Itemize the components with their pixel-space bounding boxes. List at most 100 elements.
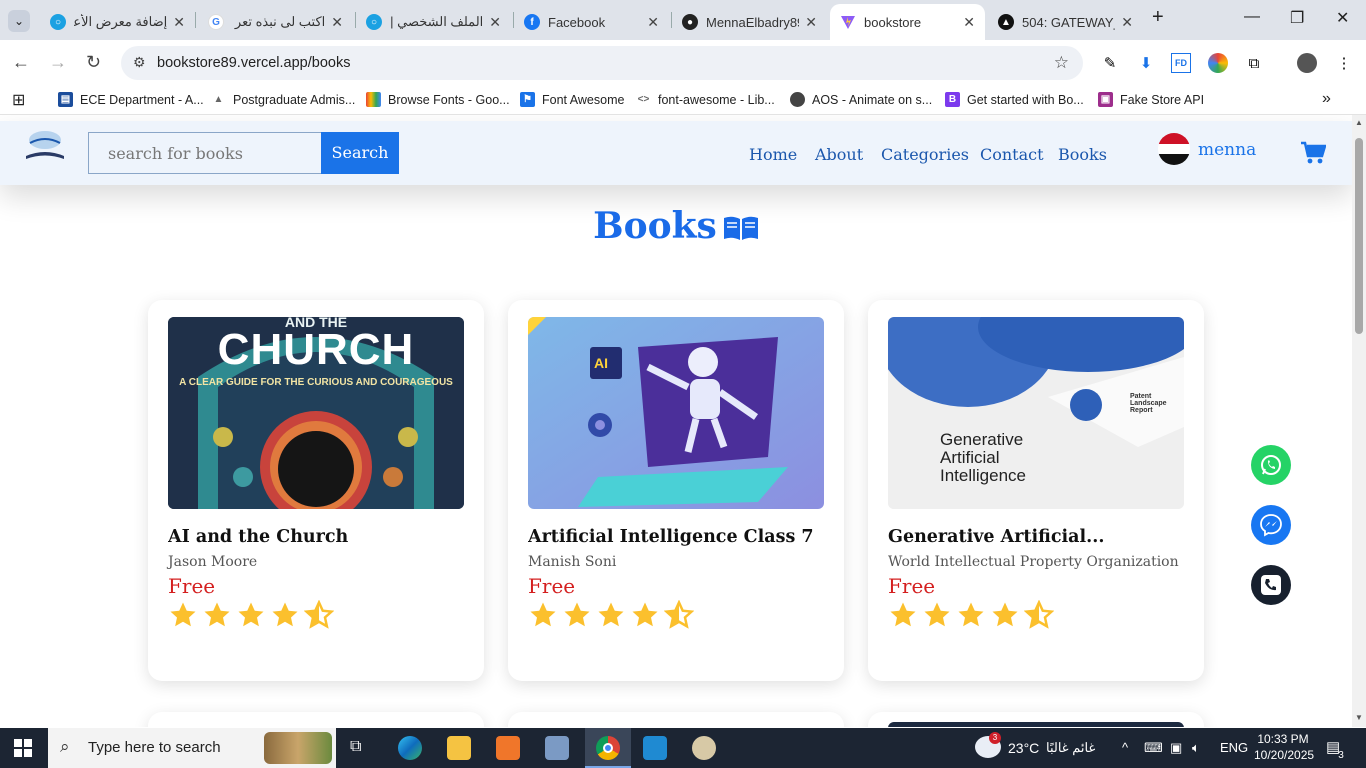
weather-temp[interactable]: 23°C bbox=[1008, 740, 1039, 756]
bookmark-star-icon[interactable]: ☆ bbox=[1054, 53, 1069, 73]
star-full-icon bbox=[530, 602, 556, 627]
whatsapp-button[interactable] bbox=[1251, 445, 1291, 485]
apps-grid-icon[interactable]: ⊞ bbox=[12, 90, 25, 110]
browser-tab-0[interactable]: ○ إضافة معرض الأعمال ✕ bbox=[40, 4, 195, 40]
back-icon[interactable]: ← bbox=[12, 52, 30, 73]
book-title[interactable]: Artificial Intelligence Class 7 bbox=[528, 527, 824, 547]
page-scrollbar[interactable]: ▲ ▼ bbox=[1352, 115, 1366, 727]
close-icon[interactable]: ✕ bbox=[963, 14, 975, 31]
weather-description[interactable]: غائم غالبًا bbox=[1046, 740, 1095, 756]
site-logo[interactable] bbox=[20, 128, 70, 162]
book-card[interactable]: AND THE CHURCH A CLEAR GUIDE FOR THE CUR… bbox=[148, 300, 484, 681]
nav-contact-link[interactable]: Contact bbox=[980, 145, 1044, 164]
bookmark-7[interactable]: ▣ Fake Store API bbox=[1098, 92, 1204, 107]
control-panel-icon[interactable] bbox=[545, 736, 569, 760]
browser-tab-4[interactable]: ● MennaElbadry89 ✕ bbox=[672, 4, 827, 40]
bookmark-4[interactable]: <> font-awesome - Lib... bbox=[636, 92, 775, 107]
book-card[interactable] bbox=[508, 712, 844, 727]
bookmark-1[interactable]: ▲ Postgraduate Admis... bbox=[211, 92, 356, 107]
color-extension-icon[interactable] bbox=[1208, 53, 1228, 73]
star-full-icon bbox=[598, 602, 624, 627]
browser-tab-6[interactable]: ▲ 504: GATEWAY_TIMEOUT ✕ bbox=[988, 4, 1143, 40]
notifications-icon[interactable]: ▤3 bbox=[1326, 738, 1346, 761]
language-indicator[interactable]: ENG bbox=[1220, 740, 1248, 755]
close-icon[interactable]: ✕ bbox=[489, 14, 501, 31]
profile-avatar-icon[interactable] bbox=[1297, 53, 1317, 73]
scroll-thumb[interactable] bbox=[1355, 138, 1363, 334]
weather-icon[interactable]: 3 bbox=[975, 732, 1001, 758]
more-bookmarks-icon[interactable]: » bbox=[1322, 90, 1331, 108]
close-icon[interactable]: ✕ bbox=[1121, 14, 1133, 31]
window-close-icon[interactable]: ✕ bbox=[1336, 8, 1349, 28]
volume-icon[interactable]: 🔈︎ bbox=[1192, 740, 1200, 756]
xampp-icon[interactable] bbox=[496, 736, 520, 760]
bookmark-0[interactable]: ▤ ECE Department - A... bbox=[58, 92, 204, 107]
book-title[interactable]: AI and the Church bbox=[168, 527, 464, 547]
close-icon[interactable]: ✕ bbox=[805, 14, 817, 31]
fd-extension-icon[interactable]: FD bbox=[1171, 53, 1191, 73]
book-card[interactable] bbox=[148, 712, 484, 727]
book-price: Free bbox=[888, 574, 936, 598]
nav-home-link[interactable]: Home bbox=[749, 145, 797, 164]
nav-categories-link[interactable]: Categories bbox=[881, 145, 969, 164]
book-search-input[interactable]: search for books bbox=[88, 132, 322, 174]
download-extension-icon[interactable]: ⬇ bbox=[1136, 53, 1156, 73]
task-view-icon[interactable]: ⧉ bbox=[350, 738, 361, 756]
bookmark-5[interactable]: AOS - Animate on s... bbox=[790, 92, 932, 107]
edge-icon[interactable] bbox=[398, 736, 422, 760]
clock[interactable]: 10:33 PM 10/20/2025 bbox=[1254, 732, 1314, 762]
browser-tab-2[interactable]: ○ الملف الشخصي | ✕ bbox=[356, 4, 511, 40]
restore-icon[interactable]: ❐ bbox=[1290, 8, 1304, 28]
star-half-icon bbox=[1024, 600, 1054, 629]
address-bar[interactable]: ⚙ bookstore89.vercel.app/books ☆ bbox=[121, 46, 1083, 80]
menu-kebab-icon[interactable]: ⋮ bbox=[1334, 53, 1354, 73]
phone-icon bbox=[1261, 575, 1281, 595]
book-card[interactable]: Generative Artificial Intelligence Paten… bbox=[868, 300, 1204, 681]
bookmark-2[interactable]: Browse Fonts - Goo... bbox=[366, 92, 510, 107]
close-icon[interactable]: ✕ bbox=[647, 14, 659, 31]
star-full-icon bbox=[632, 602, 658, 627]
file-explorer-icon[interactable] bbox=[447, 736, 471, 760]
book-cover-image[interactable]: AND THE CHURCH A CLEAR GUIDE FOR THE CUR… bbox=[168, 317, 464, 509]
taskbar-search-input[interactable]: ⌕ Type here to search bbox=[48, 728, 336, 768]
vscode-icon[interactable] bbox=[643, 736, 667, 760]
windows-start-icon[interactable] bbox=[14, 739, 32, 762]
nav-about-link[interactable]: About bbox=[815, 145, 863, 164]
star-rating bbox=[888, 600, 1058, 630]
forward-icon[interactable]: → bbox=[49, 52, 67, 73]
extensions-puzzle-icon[interactable]: ⧉ bbox=[1244, 53, 1264, 73]
browser-tab-1[interactable]: G اكتب لى نبذه تعر ✕ bbox=[198, 4, 353, 40]
keyboard-icon[interactable]: ⌨ bbox=[1144, 740, 1163, 756]
tab-search-button[interactable]: ⌄ bbox=[8, 10, 30, 32]
book-cover-image[interactable]: AI bbox=[528, 317, 824, 509]
chrome-taskbar-app[interactable] bbox=[585, 728, 631, 768]
reload-icon[interactable]: ↻ bbox=[86, 52, 101, 73]
bookmark-3[interactable]: ⚑ Font Awesome bbox=[520, 92, 624, 107]
paint-icon[interactable] bbox=[692, 736, 716, 760]
close-icon[interactable]: ✕ bbox=[173, 14, 185, 31]
book-card[interactable] bbox=[868, 712, 1204, 727]
egypt-flag-icon[interactable] bbox=[1158, 133, 1190, 165]
chevron-up-icon[interactable]: ^ bbox=[1122, 740, 1128, 755]
search-button[interactable]: Search bbox=[321, 132, 399, 174]
close-icon[interactable]: ✕ bbox=[331, 14, 343, 31]
minimize-icon[interactable]: — bbox=[1244, 8, 1260, 26]
book-card[interactable]: AI Artificial Intelligence Class 7 Manis… bbox=[508, 300, 844, 681]
nav-books-link[interactable]: Books bbox=[1058, 145, 1107, 164]
browser-tab-3[interactable]: f Facebook ✕ bbox=[514, 4, 669, 40]
book-cover-image[interactable]: Generative Artificial Intelligence Paten… bbox=[888, 317, 1184, 509]
star-half-icon bbox=[664, 600, 694, 629]
messenger-button[interactable] bbox=[1251, 505, 1291, 545]
site-info-icon[interactable]: ⚙ bbox=[133, 54, 146, 71]
new-tab-icon[interactable]: + bbox=[1152, 6, 1164, 29]
phone-button[interactable] bbox=[1251, 565, 1291, 605]
browser-tab-5[interactable]: bookstore ✕ bbox=[830, 4, 985, 40]
eyedropper-extension-icon[interactable]: ✎ bbox=[1100, 53, 1120, 73]
cart-icon[interactable] bbox=[1300, 141, 1327, 170]
book-cover-image[interactable] bbox=[888, 722, 1184, 727]
bookmark-6[interactable]: B Get started with Bo... bbox=[945, 92, 1084, 107]
network-icon[interactable]: ▣ bbox=[1170, 740, 1182, 756]
bootstrap-icon: B bbox=[945, 92, 960, 107]
user-name[interactable]: menna bbox=[1198, 140, 1256, 160]
book-title[interactable]: Generative Artificial... bbox=[888, 527, 1184, 547]
